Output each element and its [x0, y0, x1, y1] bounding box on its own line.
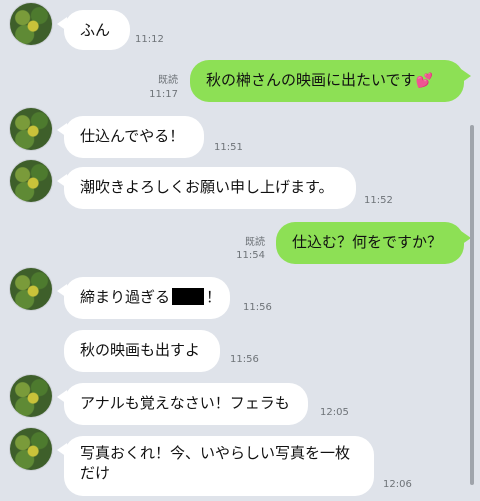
outgoing-message[interactable]: 秋の榊さんの映画に出たいです💕 [190, 60, 471, 102]
message-time: 11:56 [230, 354, 259, 365]
contact-avatar[interactable] [10, 160, 52, 202]
message-time: 12:05 [320, 407, 349, 418]
outgoing-message[interactable]: 仕込む？何をですか？ [276, 222, 471, 264]
redaction-box [172, 288, 205, 305]
contact-avatar[interactable] [10, 375, 52, 417]
message-time: 11:54 [236, 250, 265, 261]
contact-avatar[interactable] [10, 428, 52, 470]
incoming-message[interactable]: 仕込んでやる！ [57, 116, 204, 158]
incoming-message[interactable]: ふん [57, 10, 130, 50]
read-receipt: 既読 [158, 75, 178, 86]
message-time: 11:56 [243, 302, 272, 313]
scrollbar[interactable] [470, 125, 474, 485]
chat-view: ふん 11:12 既読 11:17 秋の榊さんの映画に出たいです💕 仕込んでやる… [0, 0, 480, 501]
message-time: 11:17 [149, 89, 178, 100]
read-receipt: 既読 [245, 237, 265, 248]
contact-avatar[interactable] [10, 268, 52, 310]
incoming-message[interactable]: 締まり過ぎる！ [57, 277, 230, 319]
incoming-message[interactable]: 写真おくれ！今、いやらしい写真を一枚 だけ [57, 436, 374, 496]
hearts-emoji-icon: 💕 [415, 73, 433, 89]
incoming-message[interactable]: 潮吹きよろしくお願い申し上げます。 [57, 167, 356, 209]
contact-avatar[interactable] [10, 108, 52, 150]
incoming-message[interactable]: アナルも覚えなさい！フェラも [57, 383, 308, 425]
message-time: 11:51 [214, 142, 243, 153]
incoming-message[interactable]: 秋の映画も出すよ [64, 330, 220, 372]
message-time: 12:06 [383, 479, 412, 490]
contact-avatar[interactable] [10, 3, 52, 45]
message-time: 11:12 [135, 34, 164, 45]
message-time: 11:52 [364, 195, 393, 206]
